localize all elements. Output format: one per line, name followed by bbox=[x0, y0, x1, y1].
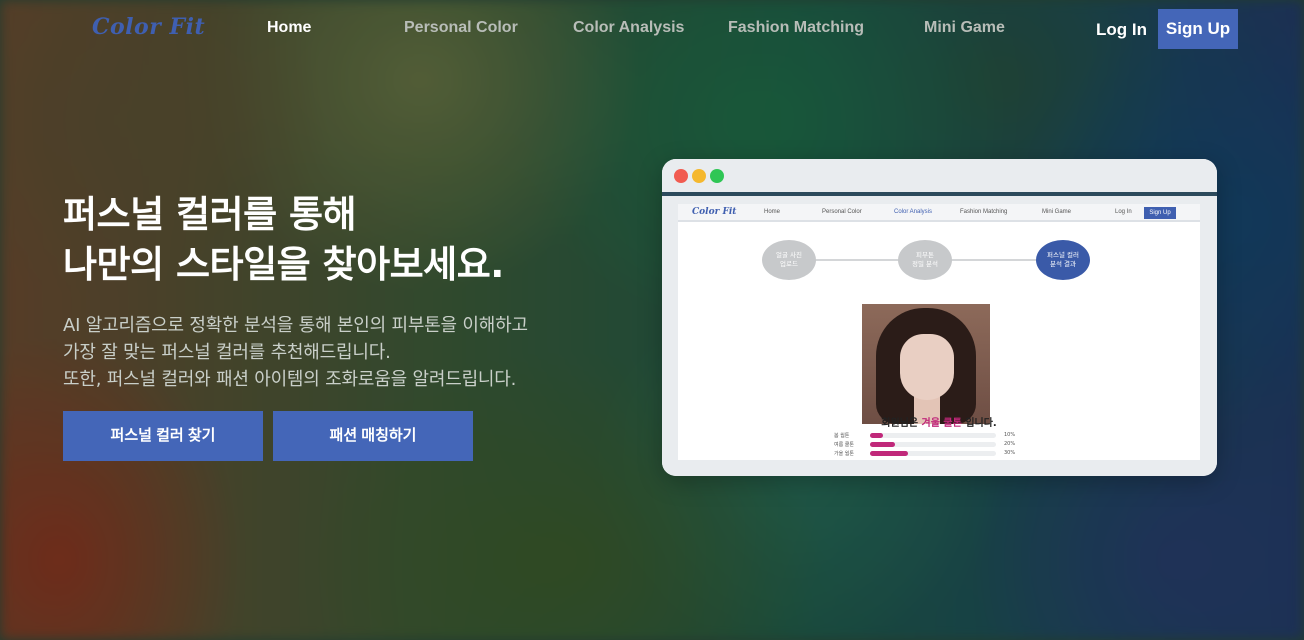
preview-nav-home: Home bbox=[764, 209, 781, 215]
step-result-line-1: 퍼스널 컬러 bbox=[1047, 251, 1079, 259]
maximize-dot-icon bbox=[710, 169, 724, 183]
result-season: 겨울 쿨톤 bbox=[921, 418, 962, 429]
nav-personal-color[interactable]: Personal Color bbox=[404, 19, 518, 37]
result-prefix: 회원님은 bbox=[881, 418, 919, 429]
result-text: 회원님은 겨울 쿨톤 입니다. bbox=[678, 414, 1200, 429]
score-percent: 30% bbox=[1004, 450, 1016, 456]
login-link[interactable]: Log In bbox=[1096, 20, 1147, 40]
score-bar bbox=[870, 451, 908, 456]
step-analysis-line-2: 정밀 분석 bbox=[912, 260, 938, 268]
preview-navbar: Color Fit Home Personal Color Color Anal… bbox=[678, 204, 1200, 222]
score-label: 봄 웜톤 bbox=[834, 433, 850, 439]
preview-nav-login: Log In bbox=[1115, 209, 1132, 215]
uploaded-face-photo bbox=[862, 304, 990, 424]
hero-desc-line-3: 또한, 퍼스널 컬러와 패션 아이템의 조화로움을 알려드립니다. bbox=[63, 369, 517, 390]
score-bar-row: 여름 쿨톤 20% bbox=[834, 441, 1034, 449]
logo[interactable]: Color Fit bbox=[92, 14, 205, 40]
preview-nav-fashion-matching: Fashion Matching bbox=[960, 209, 1008, 215]
preview-nav-personal-color: Personal Color bbox=[822, 209, 862, 215]
nav-home[interactable]: Home bbox=[267, 19, 311, 37]
hero-description: AI 알고리즘으로 정확한 분석을 통해 본인의 피부톤을 이해하고 가장 잘 … bbox=[63, 312, 528, 393]
nav-fashion-matching[interactable]: Fashion Matching bbox=[728, 19, 864, 37]
fashion-matching-button[interactable]: 패션 매칭하기 bbox=[273, 411, 473, 461]
preview-page: Color Fit Home Personal Color Color Anal… bbox=[678, 204, 1200, 460]
nav-color-analysis[interactable]: Color Analysis bbox=[573, 19, 684, 37]
app-preview-window: Color Fit Home Personal Color Color Anal… bbox=[662, 159, 1217, 476]
preview-nav-color-analysis: Color Analysis bbox=[894, 209, 933, 215]
score-bar bbox=[870, 442, 896, 447]
step-upload-line-2: 업로드 bbox=[780, 260, 798, 268]
hero-title-line-1: 퍼스널 컬러를 통해 bbox=[63, 193, 357, 236]
preview-nav-mini-game: Mini Game bbox=[1042, 209, 1072, 215]
signup-button[interactable]: Sign Up bbox=[1158, 9, 1238, 49]
close-dot-icon bbox=[674, 169, 688, 183]
score-percent: 20% bbox=[1004, 441, 1016, 447]
top-navbar: Color Fit Home Personal Color Color Anal… bbox=[0, 0, 1304, 58]
window-titlebar bbox=[662, 159, 1217, 192]
score-bar bbox=[870, 433, 883, 438]
step-analysis-line-1: 피부톤 bbox=[916, 251, 934, 259]
nav-mini-game[interactable]: Mini Game bbox=[924, 19, 1005, 37]
hero-title-line-2: 나만의 스타일을 찾아보세요. bbox=[63, 243, 504, 286]
step-skin-analysis: 피부톤 정밀 분석 bbox=[898, 240, 952, 280]
score-label: 여름 쿨톤 bbox=[834, 442, 854, 448]
hero-desc-line-1: AI 알고리즘으로 정확한 분석을 통해 본인의 피부톤을 이해하고 bbox=[63, 315, 528, 336]
score-label: 가을 웜톤 bbox=[834, 451, 854, 457]
preview-signup-button: Sign Up bbox=[1144, 207, 1176, 219]
find-personal-color-button[interactable]: 퍼스널 컬러 찾기 bbox=[63, 411, 263, 461]
hero-desc-line-2: 가장 잘 맞는 퍼스널 컬러를 추천해드립니다. bbox=[63, 342, 391, 363]
step-result-line-2: 분석 결과 bbox=[1050, 260, 1076, 268]
score-bar-row: 가을 웜톤 30% bbox=[834, 450, 1034, 458]
step-upload-line-1: 얼굴 사진 bbox=[776, 251, 802, 259]
window-body: Color Fit Home Personal Color Color Anal… bbox=[662, 196, 1217, 476]
minimize-dot-icon bbox=[692, 169, 706, 183]
step-result: 퍼스널 컬러 분석 결과 bbox=[1036, 240, 1090, 280]
hero-title: 퍼스널 컬러를 통해 나만의 스타일을 찾아보세요. bbox=[63, 190, 504, 290]
step-upload: 얼굴 사진 업로드 bbox=[762, 240, 816, 280]
preview-logo: Color Fit bbox=[692, 207, 737, 217]
score-percent: 10% bbox=[1004, 432, 1016, 438]
result-suffix: 입니다. bbox=[965, 418, 997, 429]
score-bar-row: 봄 웜톤 10% bbox=[834, 432, 1034, 440]
